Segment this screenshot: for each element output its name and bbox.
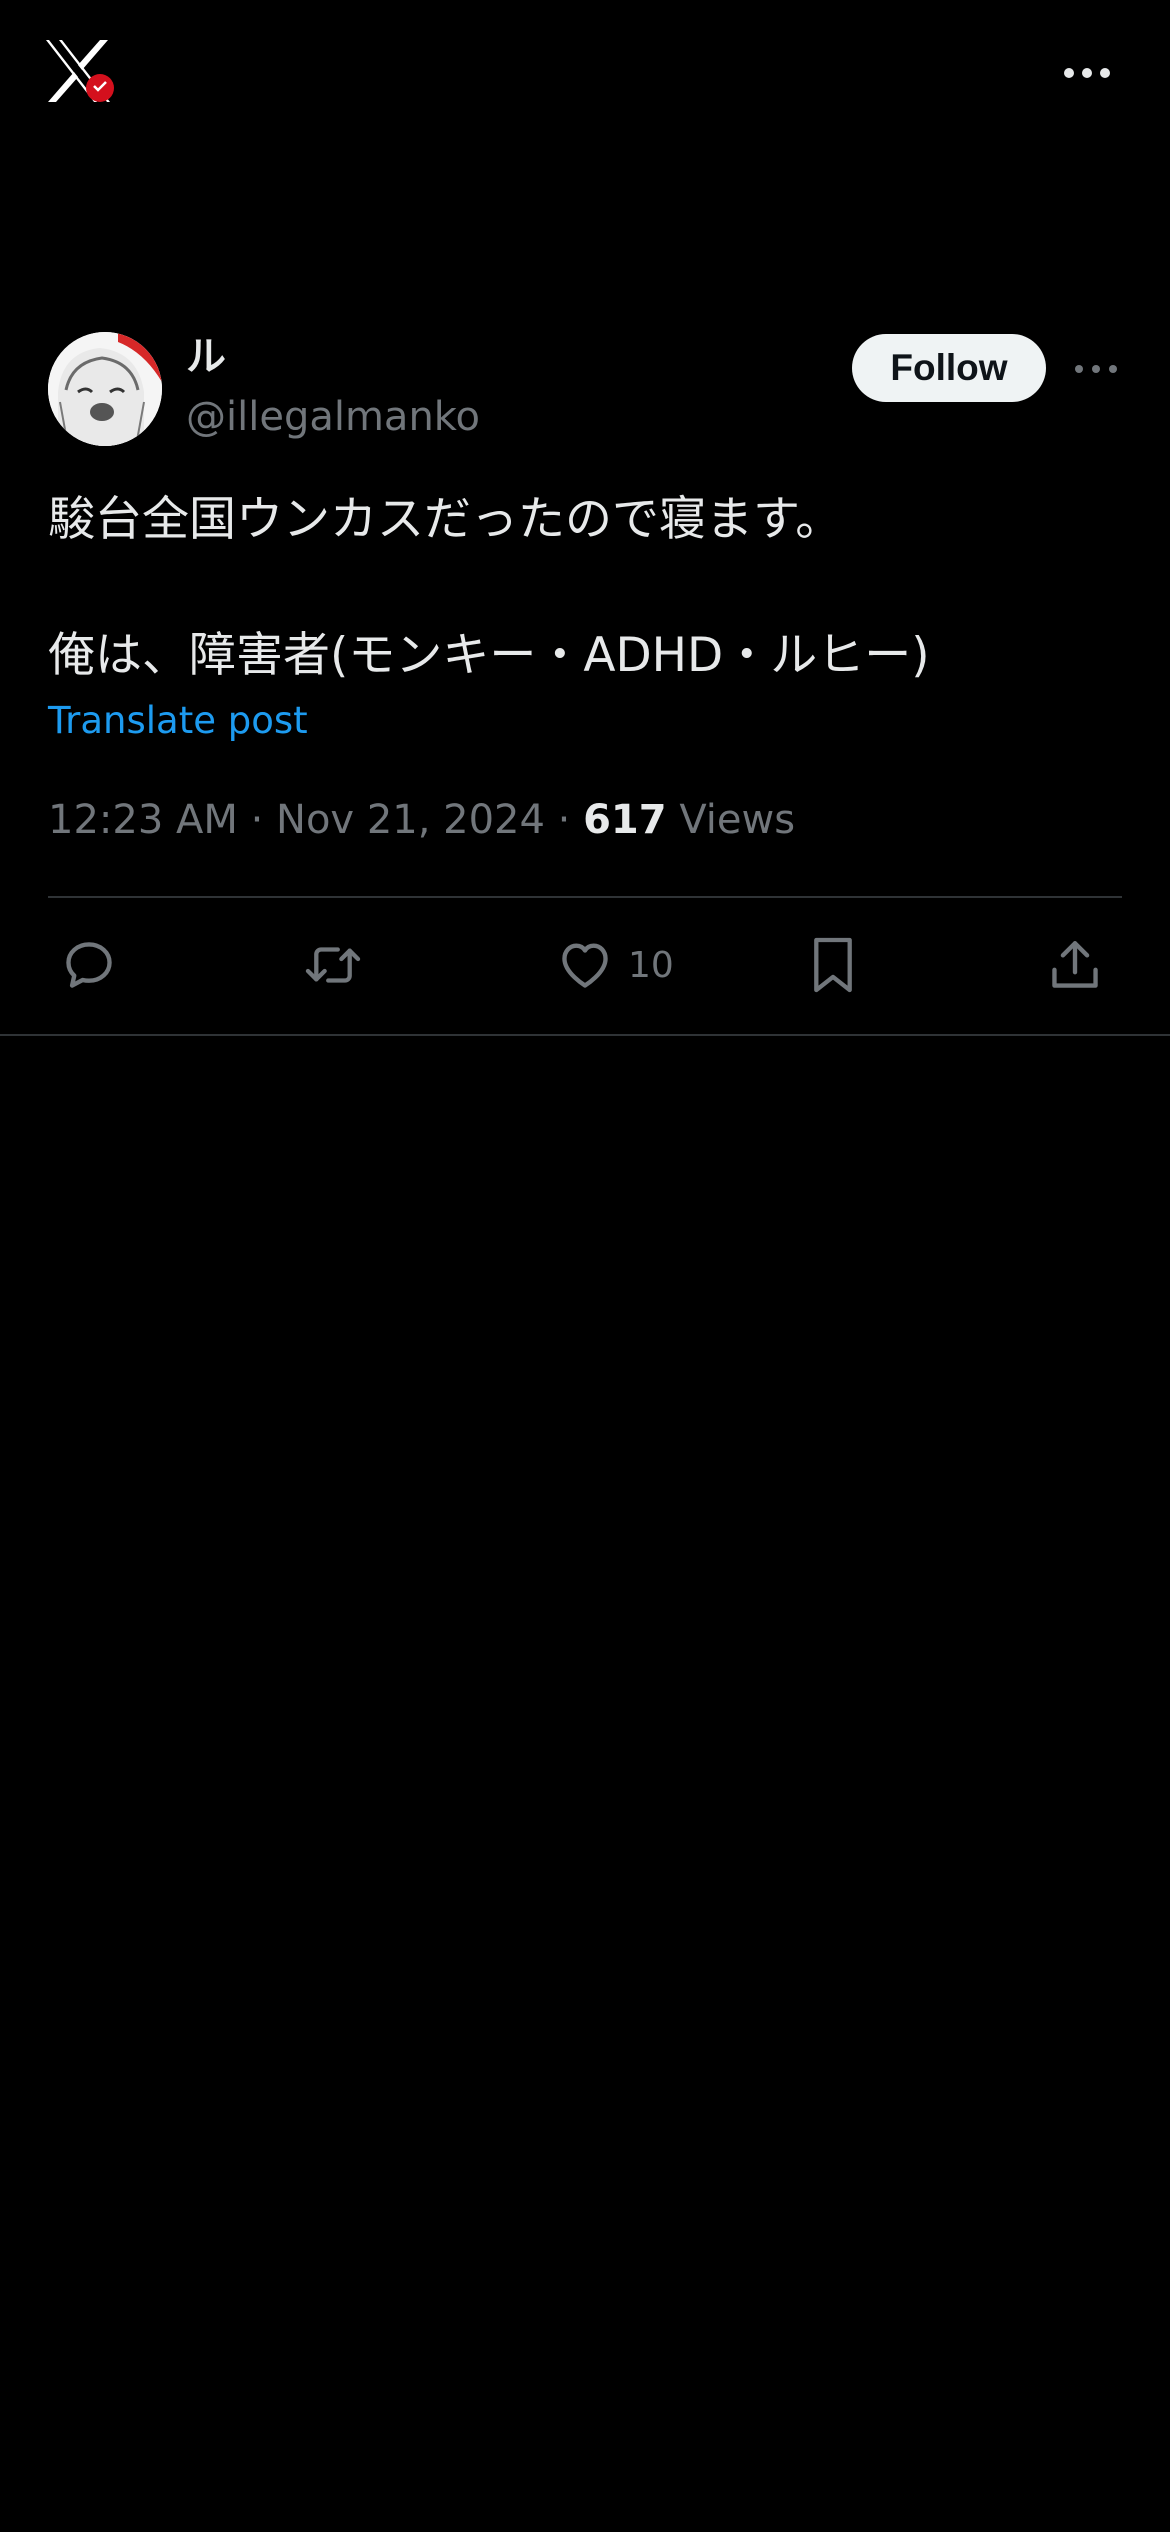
more-options-icon[interactable] — [1060, 58, 1114, 88]
translate-post-link[interactable]: Translate post — [48, 698, 308, 744]
share-button[interactable] — [1046, 930, 1104, 1000]
post-author: ル @illegalmanko Follow — [48, 332, 1122, 448]
post-text-blank-line — [48, 554, 1122, 622]
reply-button[interactable] — [60, 930, 118, 1000]
author-handle[interactable]: @illegalmanko — [186, 392, 480, 442]
post-text: 駿台全国ウンカスだったので寝ます。 俺は、障害者(モンキー・ADHD・ルヒー) — [48, 486, 1122, 690]
post-text-line: 俺は、障害者(モンキー・ADHD・ルヒー) — [48, 628, 930, 683]
like-button[interactable]: 10 — [556, 930, 674, 1000]
top-bar — [0, 0, 1170, 150]
post-more-icon[interactable] — [1070, 354, 1122, 384]
post-date[interactable]: Nov 21, 2024 — [276, 797, 545, 843]
views-count[interactable]: 617 — [583, 797, 667, 843]
divider — [48, 896, 1122, 898]
divider — [0, 1034, 1170, 1036]
avatar[interactable] — [48, 332, 162, 446]
like-count: 10 — [628, 944, 674, 986]
bookmark-button[interactable] — [804, 930, 862, 1000]
author-display-name[interactable]: ル — [186, 332, 226, 382]
bookmark-icon — [804, 934, 862, 996]
x-logo-icon[interactable] — [44, 36, 120, 108]
share-icon — [1046, 936, 1104, 994]
meta-separator: · — [250, 797, 264, 843]
action-bar: 10 — [48, 930, 1122, 1000]
views-label[interactable]: Views — [679, 797, 795, 843]
meta-separator: · — [557, 797, 571, 843]
reply-icon — [60, 936, 118, 994]
post-text-line: 駿台全国ウンカスだったので寝ます。 — [48, 492, 843, 547]
repost-icon — [302, 936, 364, 994]
heart-icon — [556, 936, 614, 994]
post-time[interactable]: 12:23 AM — [48, 797, 238, 843]
post-meta: 12:23 AM · Nov 21, 2024 · 617 Views — [48, 795, 795, 845]
follow-button[interactable]: Follow — [852, 334, 1046, 402]
repost-button[interactable] — [302, 930, 364, 1000]
